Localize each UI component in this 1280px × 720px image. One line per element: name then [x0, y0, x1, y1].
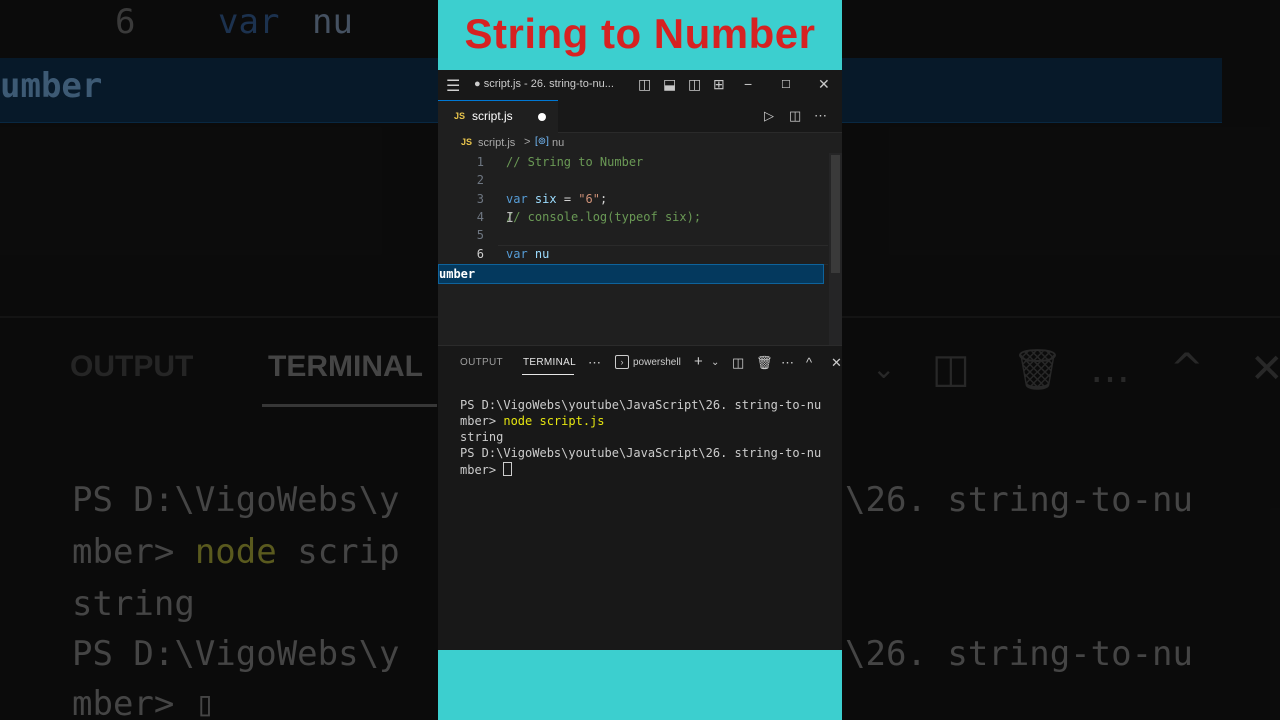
- new-terminal-icon[interactable]: +: [694, 353, 703, 370]
- code-punct: ;: [599, 192, 608, 206]
- code-line: // String to Number: [506, 155, 643, 169]
- breadcrumb-symbol[interactable]: nu: [552, 137, 564, 149]
- video-title: String to Number: [464, 10, 816, 57]
- terminal-line[interactable]: mber>: [460, 462, 513, 477]
- run-icon[interactable]: ▷: [764, 108, 774, 124]
- more-actions-icon[interactable]: ⋯: [814, 108, 827, 124]
- minimize-icon[interactable]: −: [744, 76, 752, 92]
- bottom-banner: [438, 650, 842, 720]
- hamburger-menu-icon[interactable]: ☰: [446, 76, 460, 96]
- window-title: ● script.js - 26. string-to-nu...: [474, 78, 614, 90]
- split-editor-icon[interactable]: ◫: [789, 108, 801, 124]
- line-number: 1: [476, 155, 484, 169]
- line-number: 5: [476, 228, 484, 242]
- code-line: var nu: [506, 247, 549, 261]
- window-titlebar: ☰ ● script.js - 26. string-to-nu... ◫ ⬓ …: [438, 70, 842, 100]
- line-number: 6: [476, 247, 484, 261]
- code-comment: // console.log(typeof six);: [506, 210, 702, 224]
- toggle-sidebar-icon[interactable]: ◫: [638, 76, 651, 93]
- unsaved-dot-icon[interactable]: [538, 113, 546, 121]
- autocomplete-suggestion[interactable]: umber: [438, 264, 824, 284]
- breadcrumb: JS script.js > [⊚] nu: [438, 133, 842, 153]
- terminal-output: string: [460, 430, 504, 444]
- customize-layout-icon[interactable]: ⊞: [713, 76, 725, 93]
- code-keyword: var: [506, 192, 528, 206]
- code-line: // console.log(typeof six);: [506, 210, 701, 224]
- line-number: 4: [476, 210, 484, 224]
- shell-name[interactable]: powershell: [633, 357, 681, 368]
- trash-icon[interactable]: 🗑: [756, 355, 773, 371]
- variable-symbol-icon: [⊚]: [535, 136, 549, 147]
- code-identifier: nu: [534, 247, 550, 261]
- more-tabs-icon[interactable]: ⋯: [588, 355, 601, 371]
- tab-label: script.js: [472, 109, 513, 123]
- tab-output[interactable]: OUTPUT: [460, 357, 503, 368]
- title-banner: String to Number: [438, 0, 842, 70]
- code-keyword: var: [506, 247, 528, 261]
- chevron-up-icon[interactable]: ^: [806, 355, 812, 370]
- terminal-prompt: mber>: [460, 414, 504, 428]
- code-string: "6": [578, 192, 600, 206]
- active-tab-underline: [522, 374, 574, 375]
- chevron-right-icon: >: [524, 136, 531, 148]
- code-operator: =: [556, 192, 579, 206]
- editor-tabbar: JS script.js ▷ ◫ ⋯: [438, 100, 842, 133]
- toggle-secondary-sidebar-icon[interactable]: ◫: [688, 76, 701, 93]
- more-actions-icon[interactable]: ⋯: [781, 355, 794, 371]
- terminal-command: node script.js: [503, 414, 605, 428]
- code-line: var six = "6";: [506, 192, 607, 206]
- terminal-line: PS D:\VigoWebs\youtube\JavaScript\26. st…: [460, 446, 822, 460]
- terminal-prompt: mber>: [460, 463, 504, 477]
- video-frame: String to Number ☰ ● script.js - 26. str…: [438, 0, 842, 720]
- js-file-icon: JS: [454, 111, 466, 121]
- terminal-cursor: [503, 462, 513, 476]
- scrollbar-thumb[interactable]: [831, 155, 840, 273]
- bottom-panel: OUTPUT TERMINAL ⋯ › powershell + ⌄ ◫ 🗑 ⋯…: [438, 345, 842, 651]
- line-number: 3: [476, 192, 484, 206]
- suggestion-label: umber: [439, 267, 476, 281]
- tab-script-js[interactable]: JS script.js: [438, 100, 558, 133]
- toggle-panel-icon[interactable]: ⬓: [663, 76, 676, 93]
- code-editor[interactable]: 1 // String to Number 2 3 var six = "6";…: [438, 153, 842, 345]
- close-panel-icon[interactable]: ✕: [831, 355, 842, 371]
- breadcrumb-file[interactable]: script.js: [478, 137, 515, 149]
- split-terminal-icon[interactable]: ◫: [732, 355, 744, 371]
- terminal-line: mber> node script.js: [460, 414, 605, 428]
- terminal-line: PS D:\VigoWebs\youtube\JavaScript\26. st…: [460, 398, 822, 412]
- code-comment: // String to Number: [506, 155, 644, 169]
- js-file-icon: JS: [461, 137, 473, 147]
- maximize-icon[interactable]: ☐: [781, 78, 791, 91]
- chevron-down-icon[interactable]: ⌄: [711, 357, 719, 368]
- line-number: 2: [476, 173, 484, 187]
- close-window-icon[interactable]: ✕: [818, 76, 830, 93]
- terminal-icon: ›: [615, 355, 629, 369]
- code-identifier: six: [534, 192, 557, 206]
- tab-terminal[interactable]: TERMINAL: [523, 357, 576, 368]
- mouse-ibeam-icon: I: [506, 211, 514, 226]
